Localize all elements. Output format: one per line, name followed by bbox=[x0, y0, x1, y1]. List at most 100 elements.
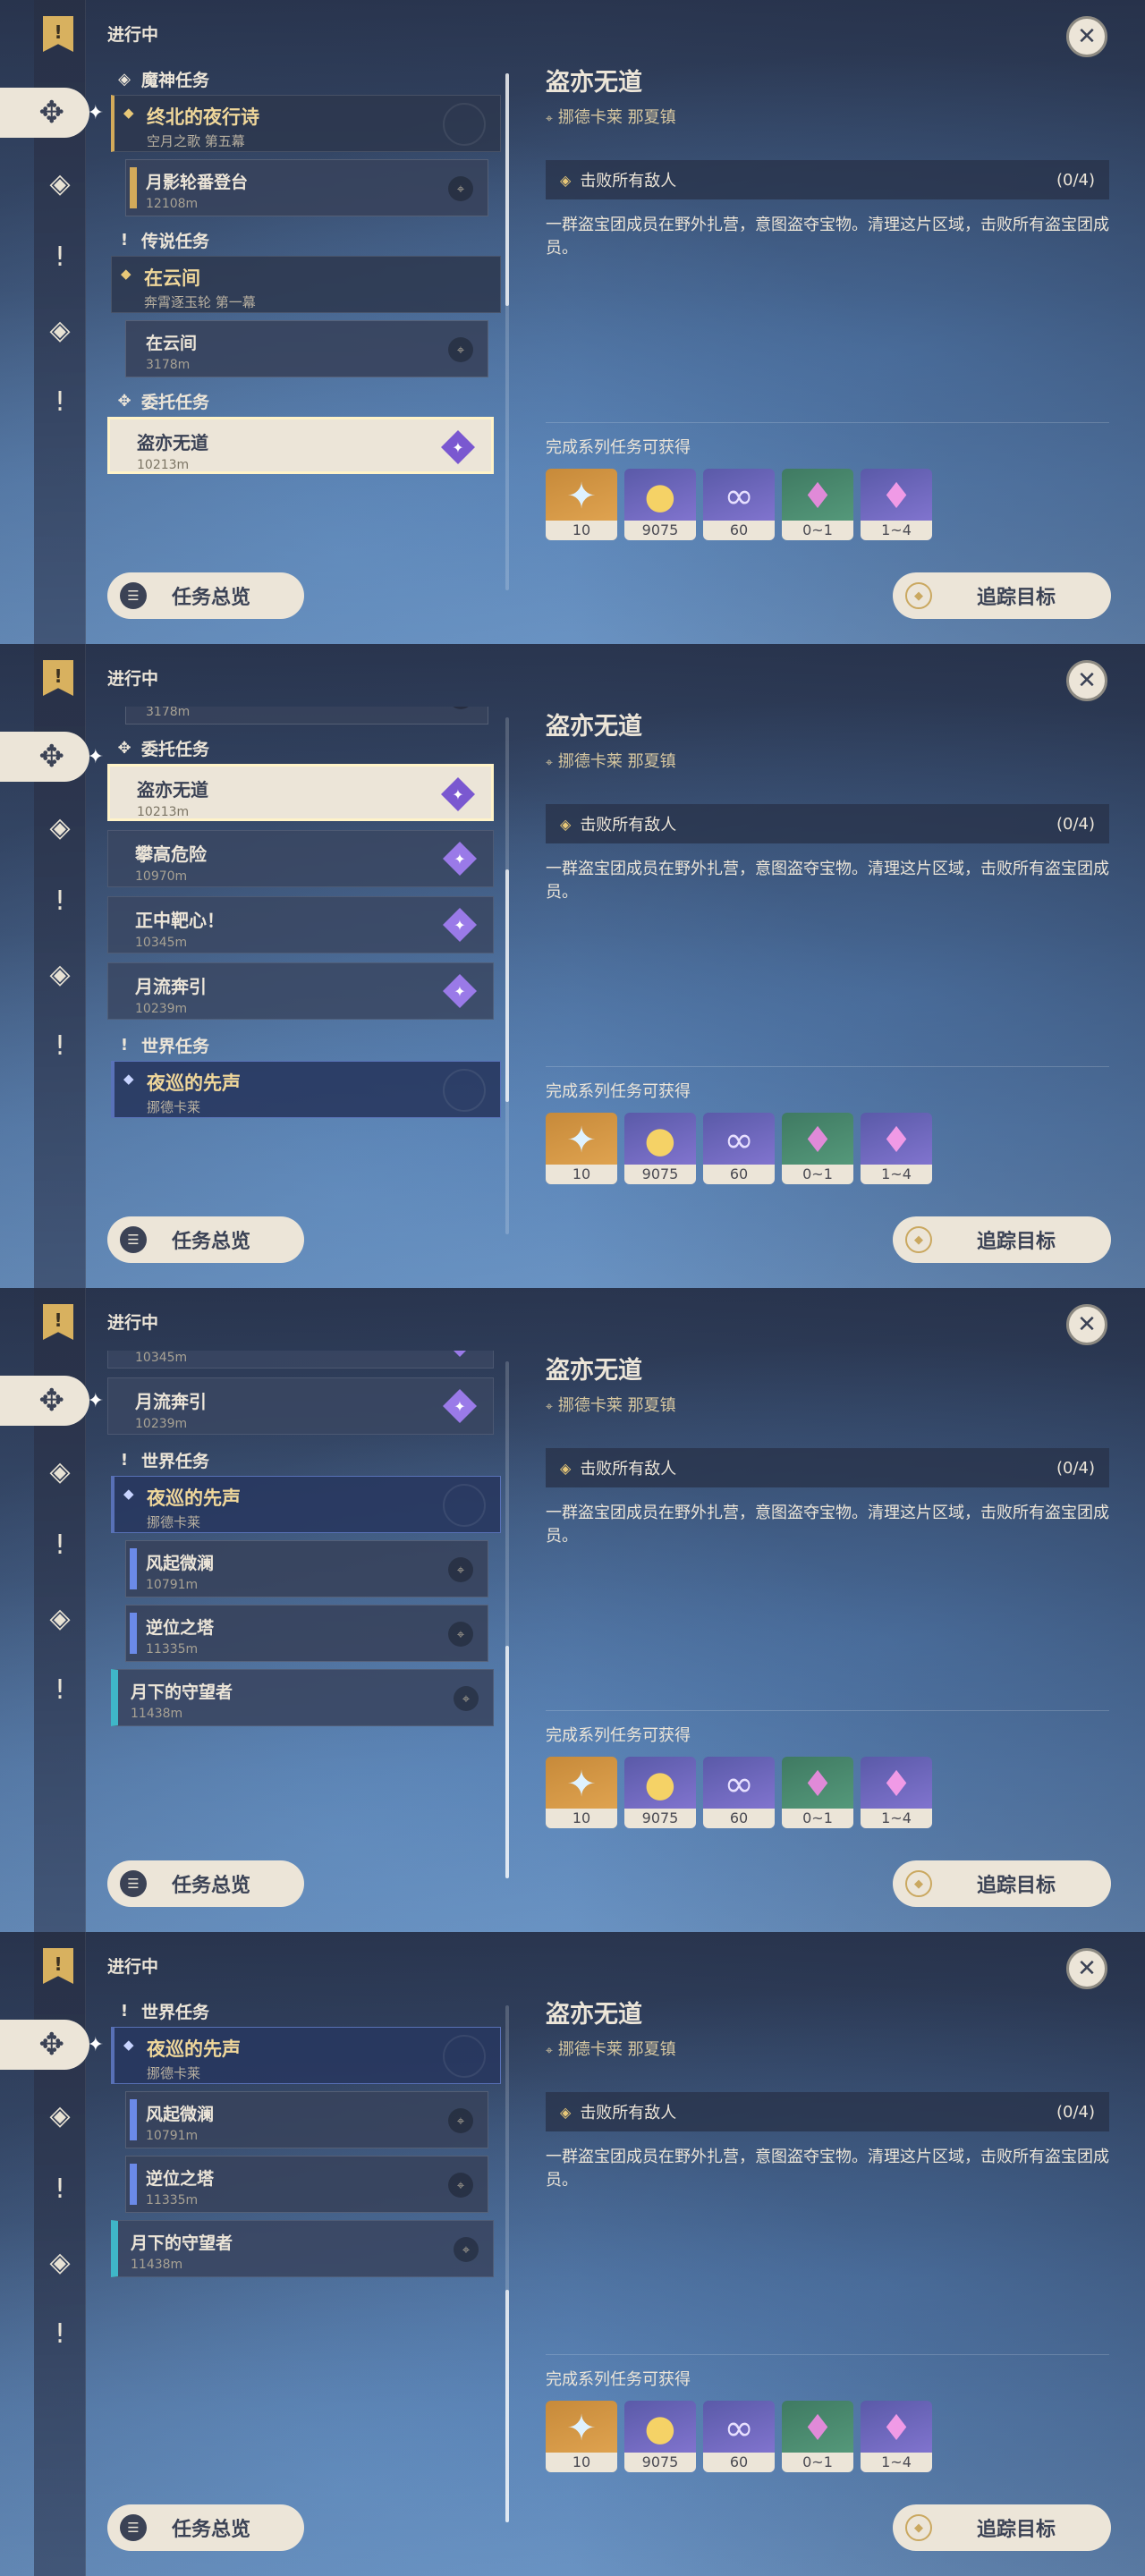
reward-item[interactable]: ✦ 10 bbox=[546, 1113, 617, 1184]
track-target-button[interactable]: ◆ 追踪目标 bbox=[893, 1216, 1111, 1263]
reward-item[interactable]: ● 9075 bbox=[624, 469, 696, 540]
rail-tab-event[interactable]: ◈ bbox=[38, 2240, 82, 2284]
reward-item[interactable]: ♦ 0~1 bbox=[782, 469, 853, 540]
reward-item[interactable]: ♦ 0~1 bbox=[782, 2401, 853, 2472]
location-pin-icon[interactable]: ⌖ bbox=[448, 176, 473, 201]
world-quest[interactable]: ◆ 夜巡的先声 挪德卡莱 bbox=[111, 2027, 501, 2084]
rail-tab-archon[interactable]: ◈ bbox=[38, 2093, 82, 2138]
location-pin-icon[interactable]: ⌖ bbox=[448, 2173, 473, 2198]
quest-overview-button[interactable]: ☰ 任务总览 bbox=[107, 1216, 304, 1263]
rail-tab-world[interactable]: ! bbox=[38, 1667, 82, 1712]
rail-tab-commission[interactable]: ✥ ✦ bbox=[0, 1376, 104, 1426]
scroll-thumb[interactable] bbox=[505, 869, 509, 1102]
track-target-button[interactable]: ◆ 追踪目标 bbox=[893, 1860, 1111, 1907]
reward-item[interactable]: ✦ 10 bbox=[546, 2401, 617, 2472]
location-pin-icon[interactable]: ⌖ bbox=[454, 2237, 479, 2262]
archon-quest[interactable]: ◆ 终北的夜行诗 空月之歌 第五幕 bbox=[111, 95, 501, 152]
rail-tab-story[interactable]: ! bbox=[38, 2166, 82, 2211]
rail-tab-commission[interactable]: ✥ ✦ bbox=[0, 2020, 104, 2070]
commission-quest[interactable]: 攀高危险 10970m ✦ bbox=[107, 830, 494, 887]
reward-item[interactable]: ♦ 1~4 bbox=[861, 469, 932, 540]
story-step[interactable]: 在云间 3178m ⌖ bbox=[125, 707, 488, 724]
other-quest[interactable]: 月下的守望者 11438m ⌖ bbox=[111, 2220, 494, 2277]
story-quest[interactable]: ◆ 在云间 奔霄逐玉轮 第一幕 bbox=[111, 256, 501, 313]
quest-title: 月流奔引 bbox=[135, 976, 207, 997]
reward-item[interactable]: ♦ 0~1 bbox=[782, 1113, 853, 1184]
rail-tab-event[interactable]: ◈ bbox=[38, 308, 82, 352]
quest-overview-button[interactable]: ☰ 任务总览 bbox=[107, 2504, 304, 2551]
primogem-icon: ✦ bbox=[566, 1120, 597, 1161]
location-pin-icon[interactable]: ⌖ bbox=[454, 1686, 479, 1711]
quest-overview-button[interactable]: ☰ 任务总览 bbox=[107, 572, 304, 619]
quest-list[interactable]: 正中靶心！ 10345m ✦ 月流奔引 10239m ✦ !世界任务 ◆ 夜巡的… bbox=[107, 1351, 501, 1880]
quest-overview-button[interactable]: ☰ 任务总览 bbox=[107, 1860, 304, 1907]
reward-item[interactable]: ● 9075 bbox=[624, 1757, 696, 1828]
rail-tab-archon[interactable]: ◈ bbox=[38, 1449, 82, 1494]
world-step[interactable]: 逆位之塔 11335m ⌖ bbox=[125, 2156, 488, 2213]
world-step[interactable]: 逆位之塔 11335m ⌖ bbox=[125, 1605, 488, 1662]
location-pin-icon[interactable]: ⌖ bbox=[448, 337, 473, 362]
commission-quest[interactable]: 月流奔引 10239m ✦ bbox=[107, 962, 494, 1020]
reward-item[interactable]: ∞ 60 bbox=[703, 469, 775, 540]
rail-tab-story[interactable]: ! bbox=[38, 878, 82, 923]
archon-step[interactable]: 月影轮番登台 12108m ⌖ bbox=[125, 159, 488, 216]
quest-list[interactable]: ! 世界任务 ◆ 夜巡的先声 挪德卡莱 风起微澜 10791m ⌖ 逆位之塔 11… bbox=[107, 1995, 501, 2524]
reward-item[interactable]: ♦ 0~1 bbox=[782, 1757, 853, 1828]
close-button[interactable]: ✕ bbox=[1066, 1948, 1107, 1989]
quest-list[interactable]: 在云间 3178m ⌖ ✥委托任务 ▸ 盗亦无道 10213m ✦ 攀高危险 1… bbox=[107, 707, 501, 1236]
location-pin-icon[interactable]: ⌖ bbox=[448, 2108, 473, 2133]
scrollbar[interactable] bbox=[505, 2005, 509, 2522]
rail-tab-story[interactable]: ! bbox=[38, 234, 82, 279]
world-step[interactable]: 风起微澜 10791m ⌖ bbox=[125, 1540, 488, 1597]
reward-item[interactable]: ∞ 60 bbox=[703, 2401, 775, 2472]
location-pin-icon[interactable]: ⌖ bbox=[448, 1622, 473, 1647]
world-quest[interactable]: ◆ 夜巡的先声 挪德卡莱 bbox=[111, 1061, 501, 1118]
location-pin-icon[interactable]: ⌖ bbox=[448, 1557, 473, 1582]
scrollbar[interactable] bbox=[505, 73, 509, 590]
track-target-button[interactable]: ◆ 追踪目标 bbox=[893, 572, 1111, 619]
close-button[interactable]: ✕ bbox=[1066, 16, 1107, 57]
reward-item[interactable]: ● 9075 bbox=[624, 2401, 696, 2472]
world-quest[interactable]: ◆ 夜巡的先声 挪德卡莱 bbox=[111, 1476, 501, 1533]
close-button[interactable]: ✕ bbox=[1066, 1304, 1107, 1345]
scrollbar[interactable] bbox=[505, 717, 509, 1234]
rail-tab-archon[interactable]: ◈ bbox=[38, 161, 82, 206]
commission-quest-selected[interactable]: ▸ 盗亦无道 10213m ✦ bbox=[107, 417, 494, 474]
scroll-thumb[interactable] bbox=[505, 73, 509, 306]
scrollbar[interactable] bbox=[505, 1361, 509, 1878]
commission-quest[interactable]: 月流奔引 10239m ✦ bbox=[107, 1377, 494, 1435]
reward-item[interactable]: ● 9075 bbox=[624, 1113, 696, 1184]
rail-tab-event[interactable]: ◈ bbox=[38, 1596, 82, 1640]
step-distance: 10791m bbox=[146, 2129, 199, 2143]
rail-tab-archon[interactable]: ◈ bbox=[38, 805, 82, 850]
quest-subtitle: 奔霄逐玉轮 第一幕 bbox=[144, 294, 256, 310]
story-step[interactable]: 在云间 3178m ⌖ bbox=[125, 320, 488, 377]
reward-item[interactable]: ✦ 10 bbox=[546, 1757, 617, 1828]
commission-quest[interactable]: 正中靶心！ 10345m ✦ bbox=[107, 1351, 494, 1368]
reward-item[interactable]: ♦ 1~4 bbox=[861, 1113, 932, 1184]
scroll-thumb[interactable] bbox=[505, 1646, 509, 1878]
rail-tab-world[interactable]: ! bbox=[38, 379, 82, 424]
rail-tab-commission[interactable]: ✥ ✦ bbox=[0, 732, 104, 782]
rail-tab-world[interactable]: ! bbox=[38, 2311, 82, 2356]
commission-quest-selected[interactable]: ▸ 盗亦无道 10213m ✦ bbox=[107, 764, 494, 821]
other-quest[interactable]: 月下的守望者 11438m ⌖ bbox=[111, 1669, 494, 1726]
close-button[interactable]: ✕ bbox=[1066, 660, 1107, 701]
quest-list[interactable]: ◈ 魔神任务 ◆ 终北的夜行诗 空月之歌 第五幕 月影轮番登台 12108m ⌖ … bbox=[107, 63, 501, 592]
track-target-button[interactable]: ◆ 追踪目标 bbox=[893, 2504, 1111, 2551]
quest-subtitle: 挪德卡莱 bbox=[147, 2065, 201, 2081]
reward-item[interactable]: ∞ 60 bbox=[703, 1113, 775, 1184]
reward-item[interactable]: ✦ 10 bbox=[546, 469, 617, 540]
world-step[interactable]: 风起微澜 10791m ⌖ bbox=[125, 2091, 488, 2148]
reward-item[interactable]: ♦ 1~4 bbox=[861, 1757, 932, 1828]
rail-tab-world[interactable]: ! bbox=[38, 1023, 82, 1068]
commission-quest[interactable]: 正中靶心！ 10345m ✦ bbox=[107, 896, 494, 953]
rail-tab-commission[interactable]: ✥ ✦ bbox=[0, 88, 104, 138]
detail-description: 一群盗宝团成员在野外扎营，意图盗夺宝物。清理这片区域，击败所有盗宝团成员。 bbox=[546, 2148, 1109, 2190]
reward-item[interactable]: ♦ 1~4 bbox=[861, 2401, 932, 2472]
rail-tab-story[interactable]: ! bbox=[38, 1522, 82, 1567]
reward-item[interactable]: ∞ 60 bbox=[703, 1757, 775, 1828]
rail-tab-event[interactable]: ◈ bbox=[38, 952, 82, 996]
crystal-cluster-icon: ♦ bbox=[880, 1764, 912, 1805]
scroll-thumb[interactable] bbox=[505, 2290, 509, 2522]
